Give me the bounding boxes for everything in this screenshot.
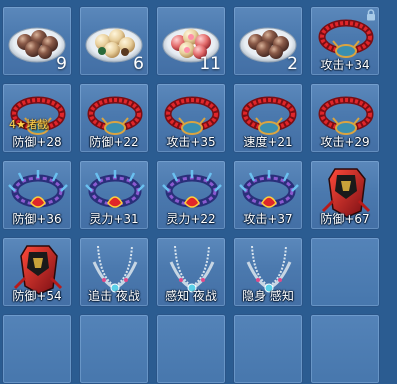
item-stat-label: 攻击+37 xyxy=(243,212,293,226)
item-stat-label: 防御+28 xyxy=(12,135,62,149)
item-stat-label: 感知 夜战 xyxy=(165,289,217,303)
item-count: 2 xyxy=(287,54,298,74)
inventory-slot-empty[interactable] xyxy=(310,314,380,384)
item-stat-label: 防御+54 xyxy=(12,289,62,303)
item-stat-label: 防御+67 xyxy=(320,212,370,226)
inventory-slot-empty[interactable] xyxy=(233,314,303,384)
lock-icon xyxy=(367,9,375,21)
inventory-slot-dumplings-2[interactable]: 2 xyxy=(233,6,303,76)
inventory-slot-silver-necklace-pursuit-night[interactable]: 追击 夜战 xyxy=(79,237,149,307)
item-stat-label: 隐身 感知 xyxy=(242,289,294,303)
inventory-slot-dragon-armor-defense-54[interactable]: 防御+54 xyxy=(2,237,72,307)
inventory-slot-red-bracelet-defense-22[interactable]: 防御+22 xyxy=(79,83,149,153)
item-stat-label: 攻击+29 xyxy=(320,135,370,149)
refine-badge: 4★堵截 xyxy=(9,118,48,131)
inventory-slot-empty[interactable] xyxy=(79,314,149,384)
item-stat-label: 防御+22 xyxy=(89,135,139,149)
inventory-slot-dumplings-9[interactable]: 9 xyxy=(2,6,72,76)
inventory-slot-empty[interactable] xyxy=(2,314,72,384)
item-stat-label: 追击 夜战 xyxy=(88,289,140,303)
item-count: 9 xyxy=(56,54,67,74)
item-stat-label: 攻击+35 xyxy=(166,135,216,149)
item-stat-label: 灵力+31 xyxy=(89,212,139,226)
inventory-slot-spiked-bracelet-defense-36[interactable]: 防御+36 xyxy=(2,160,72,230)
inventory-slot-empty[interactable] xyxy=(310,237,380,307)
inventory-slot-red-bracelet-defense-28[interactable]: 4★堵截 防御+28 xyxy=(2,83,72,153)
item-stat-label: 攻击+34 xyxy=(320,58,370,72)
item-count: 6 xyxy=(133,54,144,74)
inventory-slot-red-bracelet-speed-21[interactable]: 速度+21 xyxy=(233,83,303,153)
inventory-slot-spiked-bracelet-spirit-22[interactable]: 灵力+22 xyxy=(156,160,226,230)
inventory-slot-red-bracelet-attack-35[interactable]: 攻击+35 xyxy=(156,83,226,153)
inventory-slot-flower-cake-11[interactable]: 11 xyxy=(156,6,226,76)
inventory-slot-dragon-armor-defense-67[interactable]: 防御+67 xyxy=(310,160,380,230)
inventory-slot-spiked-bracelet-spirit-31[interactable]: 灵力+31 xyxy=(79,160,149,230)
item-count: 11 xyxy=(199,54,221,74)
item-stat-label: 灵力+22 xyxy=(166,212,216,226)
inventory-slot-empty[interactable] xyxy=(156,314,226,384)
inventory-slot-red-bracelet-attack-34[interactable]: 攻击+34 xyxy=(310,6,380,76)
item-stat-label: 速度+21 xyxy=(243,135,293,149)
inventory-slot-red-bracelet-attack-29[interactable]: 攻击+29 xyxy=(310,83,380,153)
inventory-slot-tangyuan-6[interactable]: 6 xyxy=(79,6,149,76)
inventory-slot-silver-necklace-stealth-perception[interactable]: 隐身 感知 xyxy=(233,237,303,307)
inventory-grid: 9 6 11 2 攻击+34 4★堵截 防御+28 防御+22 攻击+35 速度… xyxy=(0,0,397,384)
inventory-slot-spiked-bracelet-attack-37[interactable]: 攻击+37 xyxy=(233,160,303,230)
inventory-slot-silver-necklace-perception-night[interactable]: 感知 夜战 xyxy=(156,237,226,307)
item-stat-label: 防御+36 xyxy=(12,212,62,226)
